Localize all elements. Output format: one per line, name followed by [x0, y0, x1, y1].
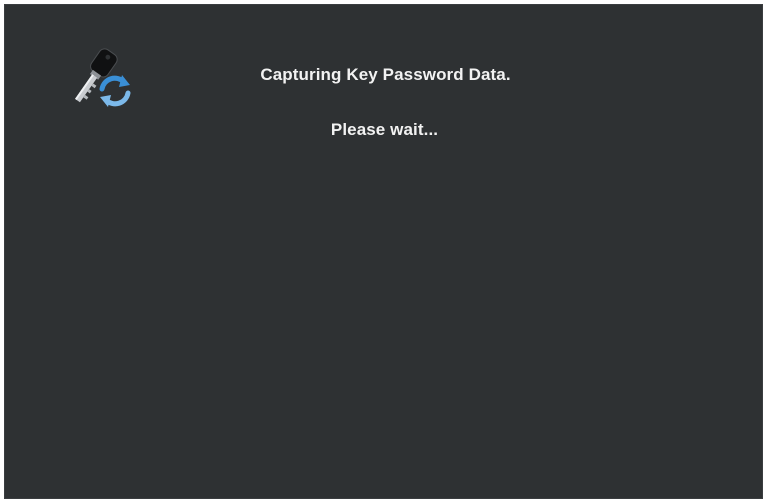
status-message: Please wait... [330, 120, 439, 139]
capture-dialog: Capturing Key Password Data. Please wait… [4, 4, 763, 499]
dialog-title: Capturing Key Password Data. [260, 65, 511, 84]
